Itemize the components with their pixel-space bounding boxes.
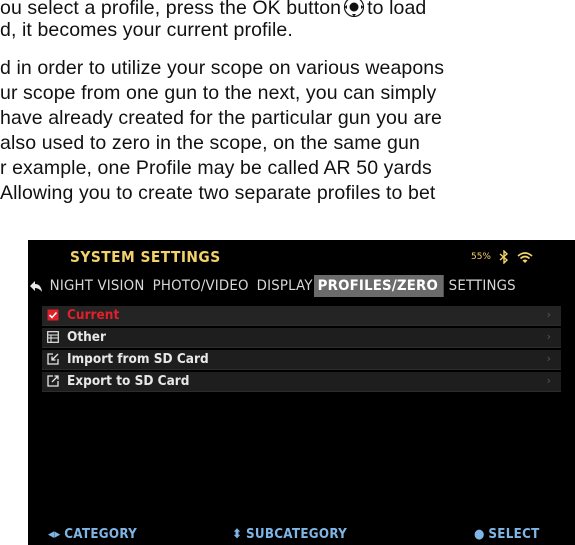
menu-item-label: Export to SD Card — [67, 373, 190, 389]
battery-level: 55% — [470, 252, 491, 262]
hint-category: ◂▸ CATEGORY — [48, 527, 137, 542]
doc-line-1: ou select a profile, press the OK button… — [0, 0, 426, 20]
chevron-right-icon: › — [546, 308, 551, 321]
hint-select-label: SELECT — [488, 527, 540, 542]
doc-line-3: d in order to utilize your scope on vari… — [0, 57, 445, 79]
tab-photo-video[interactable]: PHOTO/VIDEO — [149, 275, 254, 297]
category-tabs: NIGHT VISION PHOTO/VIDEO DISPLAY PROFILE… — [46, 275, 518, 297]
menu-item-label: Current — [67, 307, 120, 323]
chevron-right-icon: › — [546, 330, 551, 343]
left-right-arrows-icon: ◂▸ — [48, 527, 61, 542]
bluetooth-icon — [499, 250, 509, 264]
doc-line-1-tail: to load — [367, 0, 427, 19]
hint-category-label: CATEGORY — [64, 527, 138, 542]
doc-line-8: Allowing you to create two separate prof… — [0, 182, 436, 204]
menu-item-export[interactable]: Export to SD Card › — [42, 372, 561, 392]
status-bar: 55% — [471, 250, 533, 264]
profiles-menu: Current › Other › Import from SD Card › — [42, 306, 561, 394]
select-dot-icon: ● — [474, 527, 485, 542]
menu-item-label: Other — [67, 329, 107, 345]
menu-item-label: Import from SD Card — [67, 351, 209, 367]
chevron-right-icon: › — [546, 352, 551, 365]
tab-display[interactable]: DISPLAY — [253, 275, 318, 297]
chevron-right-icon: › — [546, 374, 551, 387]
export-icon — [47, 375, 59, 387]
menu-item-other[interactable]: Other › — [42, 328, 561, 348]
doc-line-5: have already created for the particular … — [0, 107, 442, 129]
tab-night-vision[interactable]: NIGHT VISION — [46, 275, 150, 297]
hint-select: ● SELECT — [474, 527, 540, 542]
import-icon — [47, 353, 59, 365]
wifi-icon — [517, 251, 533, 263]
doc-line-7: r example, one Profile may be called AR … — [0, 157, 432, 179]
screen-title: SYSTEM SETTINGS — [70, 248, 221, 266]
tab-profiles-zero[interactable]: PROFILES/ZERO — [314, 275, 444, 297]
ok-button-icon — [344, 0, 365, 18]
menu-item-import[interactable]: Import from SD Card › — [42, 350, 561, 370]
doc-line-6: also used to zero in the scope, on the s… — [0, 132, 420, 154]
list-icon — [47, 331, 59, 343]
hint-subcategory-label: SUBCATEGORY — [245, 527, 348, 542]
doc-line-1-text: ou select a profile, press the OK button — [0, 0, 342, 19]
doc-line-4: ur scope from one gun to the next, you c… — [0, 82, 437, 104]
back-arrow-icon[interactable] — [29, 280, 43, 294]
checked-box-icon — [47, 309, 59, 321]
up-down-arrows-icon: ⬍ — [232, 527, 243, 542]
footer-hints: ◂▸ CATEGORY ⬍ SUBCATEGORY ● SELECT — [42, 527, 561, 543]
device-screen: SYSTEM SETTINGS 55% NIGHT VISION PHOTO/V… — [28, 240, 575, 545]
menu-item-current[interactable]: Current › — [42, 306, 561, 326]
hint-subcategory: ⬍ SUBCATEGORY — [232, 527, 347, 542]
doc-line-2: d, it becomes your current profile. — [0, 19, 293, 41]
tab-settings[interactable]: SETTINGS — [445, 275, 521, 297]
